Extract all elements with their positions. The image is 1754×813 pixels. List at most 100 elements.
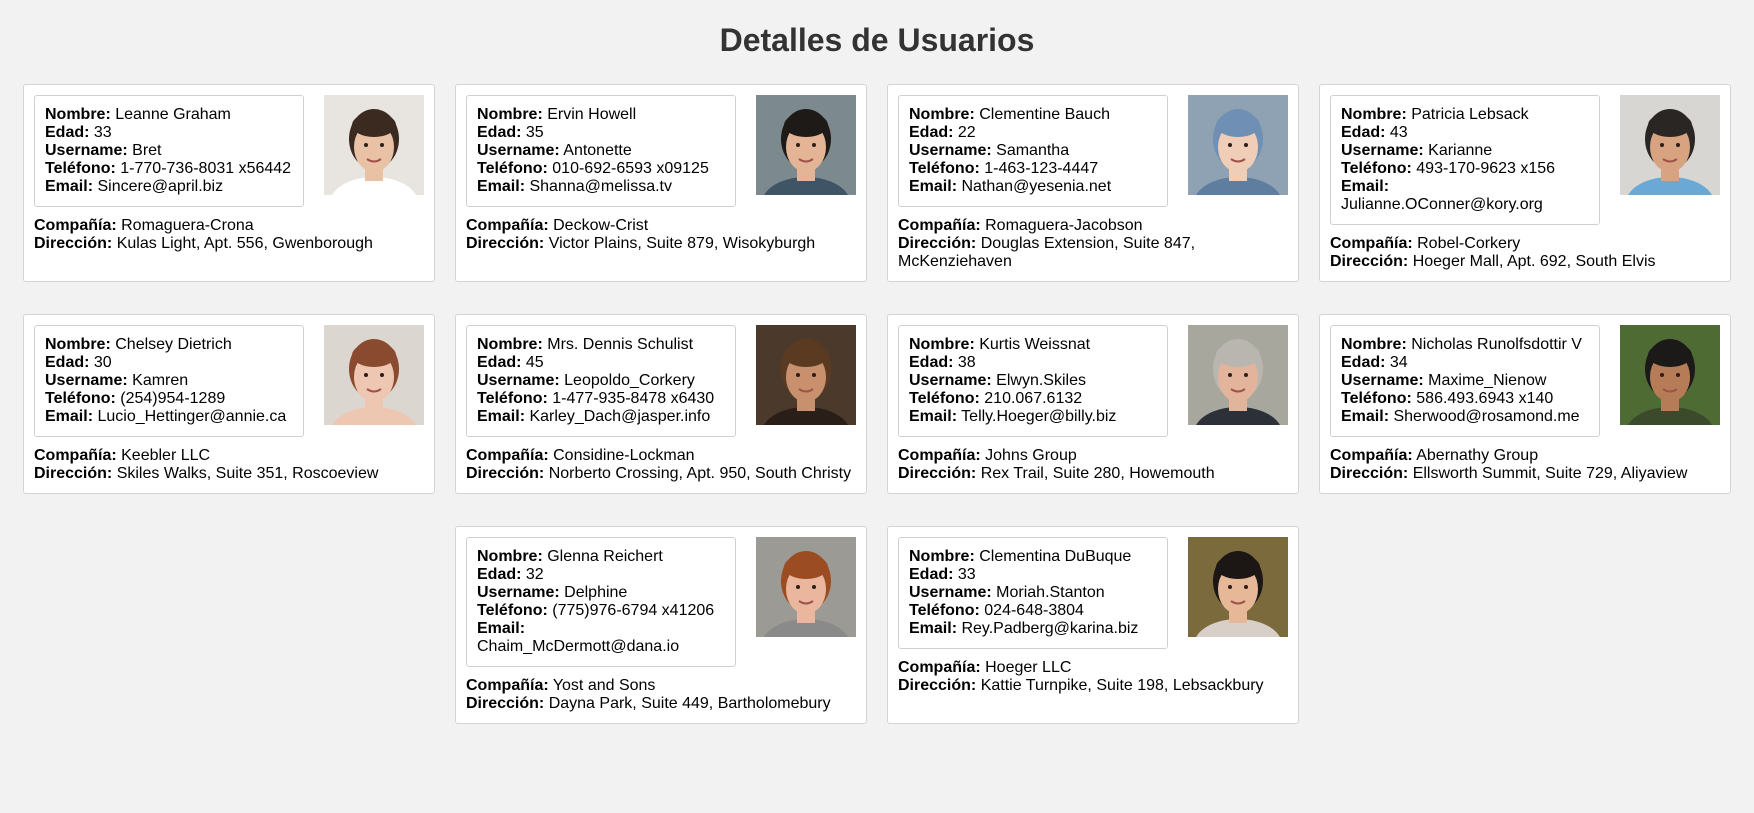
address-row: Dirección: Douglas Extension, Suite 847,…	[898, 235, 1288, 271]
email-value: Lucio_Hettinger@annie.ca	[97, 408, 287, 425]
user-card-top: Nombre: Patricia Lebsack Edad: 43 Userna…	[1330, 95, 1720, 225]
username-label: Username:	[1341, 142, 1424, 159]
username-label: Username:	[909, 372, 992, 389]
email-label: Email:	[909, 178, 958, 195]
phone-row: Teléfono: 024-648-3804	[909, 602, 1157, 620]
username-value: Leopoldo_Corkery	[564, 372, 695, 389]
age-label: Edad:	[477, 354, 522, 371]
company-row: Compañía: Romaguera-Jacobson	[898, 217, 1288, 235]
email-label: Email:	[1341, 408, 1390, 425]
username-value: Antonette	[563, 142, 632, 159]
portrait-image	[324, 95, 424, 195]
user-card: Nombre: Chelsey Dietrich Edad: 30 Userna…	[23, 314, 435, 494]
user-card: Nombre: Clementine Bauch Edad: 22 Userna…	[887, 84, 1299, 282]
user-card-top: Nombre: Leanne Graham Edad: 33 Username:…	[34, 95, 424, 207]
name-value: Leanne Graham	[115, 106, 231, 123]
portrait-image	[756, 325, 856, 425]
company-row: Compañía: Yost and Sons	[466, 677, 856, 695]
avatar	[1188, 325, 1288, 425]
age-value: 43	[1389, 124, 1408, 141]
age-row: Edad: 22	[909, 124, 1157, 142]
email-value: Rey.Padberg@karina.biz	[961, 620, 1139, 637]
username-row: Username: Delphine	[477, 584, 725, 602]
company-value: Abernathy Group	[1416, 447, 1539, 464]
username-row: Username: Moriah.Stanton	[909, 584, 1157, 602]
company-label: Compañía:	[34, 217, 117, 234]
company-value: Yost and Sons	[552, 677, 656, 694]
age-label: Edad:	[477, 566, 522, 583]
user-info-box: Nombre: Nicholas Runolfsdottir V Edad: 3…	[1330, 325, 1600, 437]
email-row: Email: Lucio_Hettinger@annie.ca	[45, 408, 293, 426]
username-value: Elwyn.Skiles	[996, 372, 1086, 389]
name-row: Nombre: Chelsey Dietrich	[45, 336, 293, 354]
phone-row: Teléfono: 1-463-123-4447	[909, 160, 1157, 178]
user-info-box: Nombre: Leanne Graham Edad: 33 Username:…	[34, 95, 304, 207]
phone-label: Teléfono:	[477, 602, 548, 619]
address-row: Dirección: Rex Trail, Suite 280, Howemou…	[898, 465, 1288, 483]
username-value: Karianne	[1428, 142, 1493, 159]
name-value: Patricia Lebsack	[1411, 106, 1529, 123]
user-card-top: Nombre: Kurtis Weissnat Edad: 38 Usernam…	[898, 325, 1288, 437]
username-value: Kamren	[132, 372, 189, 389]
portrait-image	[324, 325, 424, 425]
phone-label: Teléfono:	[45, 390, 116, 407]
username-row: Username: Kamren	[45, 372, 293, 390]
company-label: Compañía:	[1330, 447, 1413, 464]
company-row: Compañía: Robel-Corkery	[1330, 235, 1720, 253]
username-label: Username:	[477, 372, 560, 389]
age-value: 33	[93, 124, 112, 141]
phone-value: 1-477-935-8478 x6430	[552, 390, 715, 407]
name-label: Nombre:	[477, 336, 543, 353]
portrait-image	[1188, 537, 1288, 637]
name-value: Nicholas Runolfsdottir V	[1411, 336, 1582, 353]
user-card-bottom: Compañía: Abernathy Group Dirección: Ell…	[1330, 447, 1720, 483]
avatar	[756, 537, 856, 637]
phone-row: Teléfono: 010-692-6593 x09125	[477, 160, 725, 178]
phone-row: Teléfono: 586.493.6943 x140	[1341, 390, 1589, 408]
name-value: Chelsey Dietrich	[115, 336, 232, 353]
age-value: 38	[957, 354, 976, 371]
email-row: Email: Sherwood@rosamond.me	[1341, 408, 1589, 426]
user-info-box: Nombre: Patricia Lebsack Edad: 43 Userna…	[1330, 95, 1600, 225]
phone-row: Teléfono: 1-770-736-8031 x56442	[45, 160, 293, 178]
name-value: Ervin Howell	[547, 106, 637, 123]
age-row: Edad: 35	[477, 124, 725, 142]
name-label: Nombre:	[1341, 336, 1407, 353]
age-value: 33	[957, 566, 976, 583]
portrait-image	[756, 537, 856, 637]
user-info-box: Nombre: Ervin Howell Edad: 35 Username: …	[466, 95, 736, 207]
company-label: Compañía:	[466, 677, 549, 694]
phone-value: 1-770-736-8031 x56442	[120, 160, 292, 177]
user-card-top: Nombre: Chelsey Dietrich Edad: 30 Userna…	[34, 325, 424, 437]
name-row: Nombre: Nicholas Runolfsdottir V	[1341, 336, 1589, 354]
age-value: 22	[957, 124, 976, 141]
phone-value: (254)954-1289	[120, 390, 226, 407]
name-label: Nombre:	[477, 548, 543, 565]
name-label: Nombre:	[909, 548, 975, 565]
user-card-bottom: Compañía: Yost and Sons Dirección: Dayna…	[466, 677, 856, 713]
name-value: Kurtis Weissnat	[979, 336, 1091, 353]
user-card-bottom: Compañía: Romaguera-Jacobson Dirección: …	[898, 217, 1288, 271]
company-value: Deckow-Crist	[553, 217, 649, 234]
email-value: Chaim_McDermott@dana.io	[477, 638, 680, 655]
email-row: Email: Telly.Hoeger@billy.biz	[909, 408, 1157, 426]
email-label: Email:	[909, 408, 958, 425]
name-row: Nombre: Ervin Howell	[477, 106, 725, 124]
email-value: Telly.Hoeger@billy.biz	[961, 408, 1117, 425]
name-row: Nombre: Mrs. Dennis Schulist	[477, 336, 725, 354]
name-value: Clementine Bauch	[979, 106, 1110, 123]
age-label: Edad:	[909, 124, 954, 141]
age-row: Edad: 30	[45, 354, 293, 372]
company-label: Compañía:	[34, 447, 117, 464]
address-value: Norberto Crossing, Apt. 950, South Chris…	[548, 465, 852, 482]
address-label: Dirección:	[898, 465, 977, 482]
name-row: Nombre: Clementine Bauch	[909, 106, 1157, 124]
user-info-box: Nombre: Glenna Reichert Edad: 32 Usernam…	[466, 537, 736, 667]
name-label: Nombre:	[477, 106, 543, 123]
address-row: Dirección: Norberto Crossing, Apt. 950, …	[466, 465, 856, 483]
portrait-image	[1188, 325, 1288, 425]
name-value: Clementina DuBuque	[979, 548, 1132, 565]
age-label: Edad:	[909, 566, 954, 583]
username-label: Username:	[909, 584, 992, 601]
user-card-bottom: Compañía: Johns Group Dirección: Rex Tra…	[898, 447, 1288, 483]
